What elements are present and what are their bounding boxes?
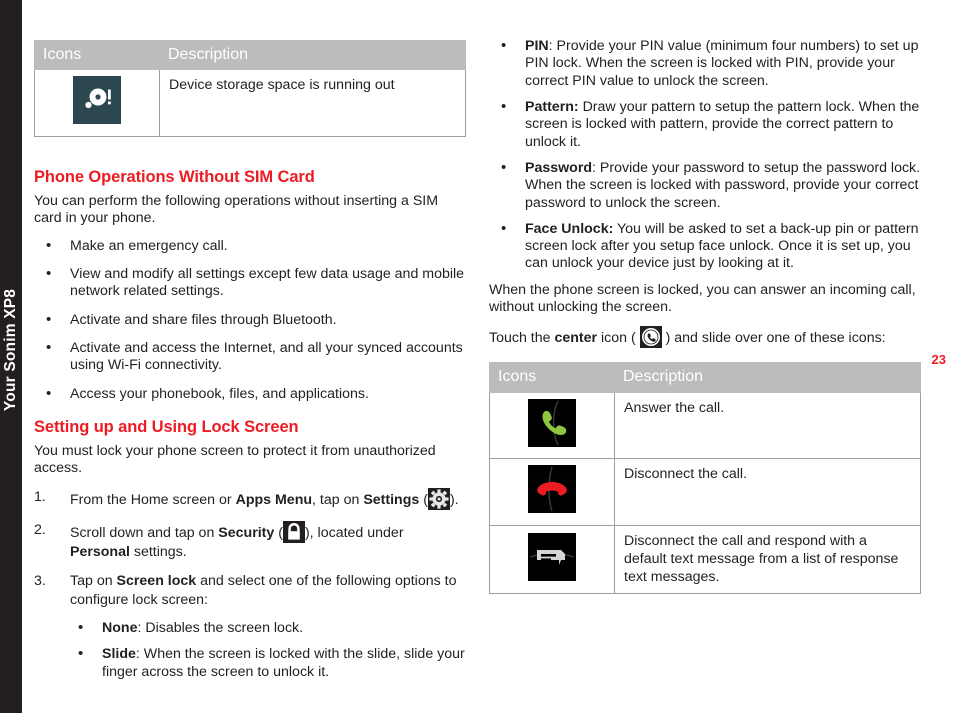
list-item: None: Disables the screen lock. (66, 619, 466, 638)
description-cell: Disconnect the call and respond with a d… (614, 525, 921, 595)
left-column: Icons Description Device storage space i… (34, 0, 466, 690)
option-term: None (102, 619, 138, 636)
option-term: Pattern: (525, 98, 579, 115)
table-row: Device storage space is running out (34, 69, 466, 137)
list-item: Access your phonebook, files, and applic… (34, 385, 466, 404)
storage-icons-table-wrap: Icons Description Device storage space i… (34, 39, 466, 137)
right-column: PIN: Provide your PIN value (minimum fou… (489, 0, 921, 595)
icon-cell (489, 458, 615, 527)
step-text: Scroll down and tap on Security (), loca… (70, 520, 404, 560)
spine-chapter-label: Your Sonim XP8 (2, 288, 19, 412)
icon-cell (34, 69, 160, 137)
description-cell: Disconnect the call. (614, 458, 921, 527)
locked-call-note: When the phone screen is locked, you can… (489, 281, 916, 316)
list-item: From the Home screen or Apps Menu, tap o… (34, 487, 466, 510)
description-cell: Device storage space is running out (159, 69, 466, 137)
option-body: Draw your pattern to setup the pattern l… (525, 98, 920, 150)
column-header-icons: Icons (34, 39, 160, 71)
sim-section-bullets: Make an emergency call. View and modify … (34, 237, 466, 404)
list-item: Password: Provide your password to setup… (489, 159, 921, 212)
icon-cell (489, 525, 615, 595)
option-body: When the screen is locked with the slide… (102, 646, 465, 680)
list-item: Activate and share files through Bluetoo… (34, 311, 466, 330)
list-item: Activate and access the Internet, and al… (34, 339, 466, 375)
list-item: PIN: Provide your PIN value (minimum fou… (489, 37, 921, 90)
option-sep: : (135, 646, 144, 663)
list-item: Scroll down and tap on Security (), loca… (34, 520, 466, 561)
sim-section: Phone Operations Without SIM Card You ca… (34, 167, 466, 403)
description-cell: Answer the call. (614, 391, 921, 460)
touch-post: ) and slide over one of these icons: (661, 330, 886, 347)
lock-section-heading: Setting up and Using Lock Screen (34, 417, 299, 436)
table-row: Disconnect the call. (489, 458, 921, 527)
device-storage-icon (73, 76, 121, 125)
call-actions-table: Icons Description Answer the call. Disco… (489, 362, 921, 595)
option-term: PIN (525, 38, 549, 54)
list-item: Tap on Screen lock and select one of the… (34, 572, 466, 609)
lock-section: Setting up and Using Lock Screen You mus… (34, 417, 466, 681)
option-body: Disables the screen lock. (145, 619, 304, 636)
list-item: View and modify all settings except few … (34, 265, 466, 301)
lock-section-intro: You must lock your phone screen to prote… (34, 443, 436, 477)
step-text: Tap on Screen lock and select one of the… (70, 573, 457, 608)
touch-pre: Touch the (489, 330, 555, 347)
end-call-icon (528, 465, 576, 514)
option-sep: : (592, 159, 600, 176)
touch-bold: center (554, 330, 598, 347)
answer-call-icon (528, 398, 576, 447)
touch-center-line: Touch the center icon ( ) and slide over… (489, 326, 921, 349)
sim-section-intro: You can perform the following operations… (34, 193, 439, 227)
settings-gear-icon (427, 487, 450, 510)
list-item: Face Unlock: You will be asked to set a … (489, 220, 921, 273)
step-text: From the Home screen or Apps Menu, tap o… (70, 487, 459, 510)
option-term: Slide (102, 646, 136, 663)
option-body: Provide your PIN value (minimum four num… (525, 38, 919, 89)
table-header-row: Icons Description (489, 362, 921, 393)
storage-icons-table: Icons Description Device storage space i… (34, 39, 466, 137)
touch-mid: icon ( (597, 330, 640, 347)
security-lock-icon (282, 520, 305, 543)
icon-cell (489, 391, 615, 460)
list-item: Pattern: Draw your pattern to setup the … (489, 98, 921, 151)
table-header-row: Icons Description (34, 39, 466, 71)
table-row: Answer the call. (489, 391, 921, 460)
lock-section-steps: From the Home screen or Apps Menu, tap o… (34, 487, 466, 609)
call-actions-table-wrap: Icons Description Answer the call. Disco… (489, 362, 921, 595)
respond-message-icon (528, 532, 576, 581)
option-term: Face Unlock: (525, 220, 614, 237)
incoming-call-center-icon (639, 326, 662, 349)
sim-section-heading: Phone Operations Without SIM Card (34, 167, 315, 186)
list-item: Make an emergency call. (34, 237, 466, 256)
book-spine: Your Sonim XP8 (0, 0, 22, 713)
option-term: Password (525, 159, 593, 176)
page-number: 23 (931, 352, 946, 367)
column-header-description: Description (614, 362, 921, 393)
column-header-description: Description (159, 39, 466, 71)
lock-options-left: None: Disables the screen lock. Slide: W… (66, 619, 466, 681)
lock-options-right: PIN: Provide your PIN value (minimum fou… (489, 37, 921, 273)
list-item: Slide: When the screen is locked with th… (66, 645, 466, 681)
option-sep: : (548, 38, 557, 54)
column-header-icons: Icons (489, 362, 615, 393)
table-row: Disconnect the call and respond with a d… (489, 525, 921, 595)
